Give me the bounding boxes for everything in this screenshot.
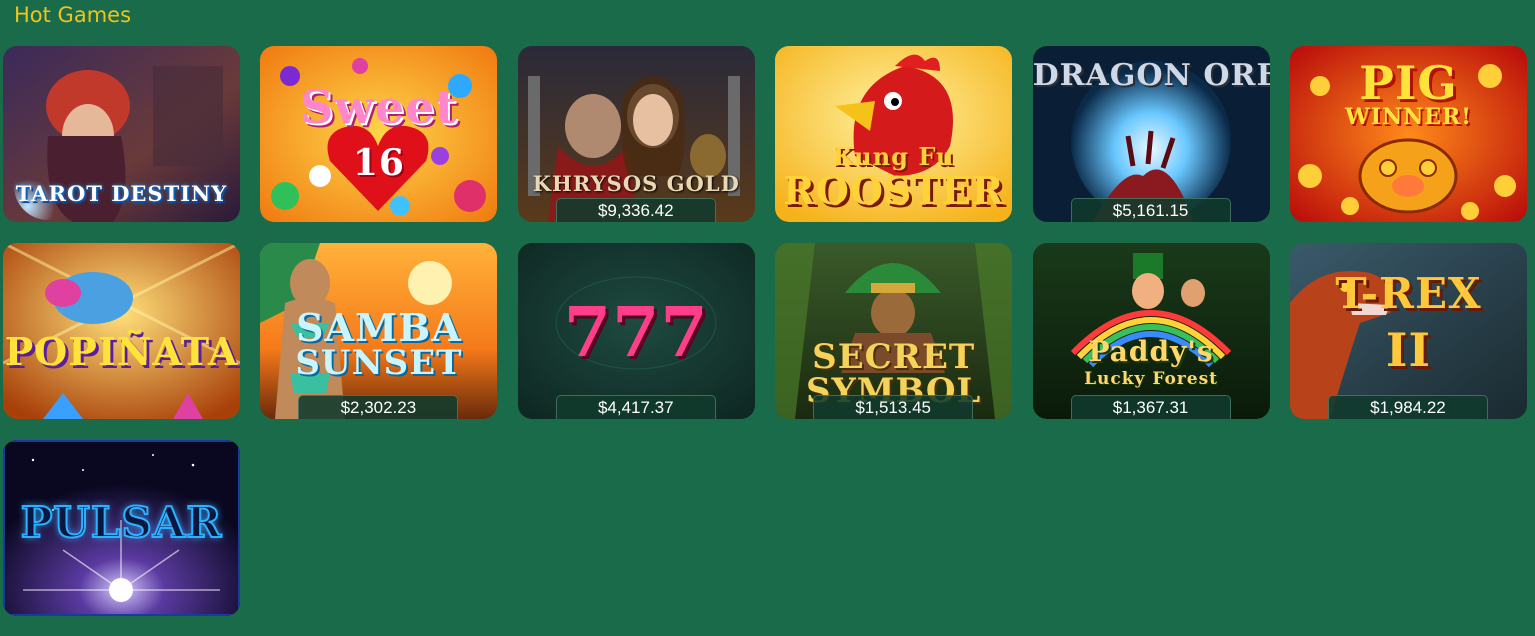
game-tile-samba-sunset[interactable]: SAMBA SUNSET $2,302.23 <box>260 243 498 419</box>
game-logo-sub: WINNER! <box>1344 104 1472 130</box>
game-logo-sub: Lucky Forest <box>1084 369 1219 389</box>
game-tile-paddys-lucky-forest[interactable]: Paddy's Lucky Forest $1,367.31 <box>1032 243 1270 419</box>
game-logo: KHRYSOS GOLD <box>532 171 740 196</box>
game-logo: Kung Fu <box>832 142 955 171</box>
game-thumbnail <box>1032 243 1270 419</box>
game-logo: TAROT DESTINY <box>15 181 228 206</box>
game-logo-sub: SUNSET <box>295 343 463 383</box>
game-logo: Paddy's <box>1088 335 1214 368</box>
game-tile-khrysos-gold[interactable]: KHRYSOS GOLD $9,336.42 <box>517 46 755 222</box>
game-tile-pulsar[interactable]: PULSAR <box>3 440 240 616</box>
jackpot-amount: $5,161.15 <box>1070 198 1231 222</box>
game-tile-777[interactable]: 777 $4,417.37 <box>517 243 755 419</box>
game-logo: POPIÑATA <box>4 329 239 374</box>
jackpot-amount: $1,984.22 <box>1327 395 1488 419</box>
jackpot-amount: $2,302.23 <box>298 395 459 419</box>
jackpot-amount: $4,417.37 <box>555 395 716 419</box>
jackpot-amount: $9,336.42 <box>555 198 716 222</box>
game-tile-popinata[interactable]: POPIÑATA <box>3 243 240 419</box>
games-grid: TAROT DESTINY Sweet 16 KHRYSOS GOLD $9,3… <box>3 46 1527 616</box>
game-thumbnail <box>260 46 498 222</box>
game-logo: PULSAR <box>20 497 223 548</box>
jackpot-amount: $1,513.45 <box>813 395 974 419</box>
game-tile-pig-winner[interactable]: PIG WINNER! <box>1289 46 1527 222</box>
game-logo-sub: ROOSTER <box>783 168 1005 213</box>
game-logo-number: 16 <box>352 142 405 184</box>
game-logo: 777 <box>563 293 709 373</box>
game-tile-t-rex-ii[interactable]: T-REX II $1,984.22 <box>1289 243 1527 419</box>
game-tile-dragon-orb[interactable]: DRAGON ORB $5,161.15 <box>1032 46 1270 222</box>
game-logo: DRAGON ORB <box>1032 58 1270 93</box>
game-tile-sweet-16[interactable]: Sweet 16 <box>260 46 498 222</box>
section-title: Hot Games <box>14 3 132 27</box>
game-logo: Sweet <box>300 80 458 134</box>
game-logo: T-REX <box>1335 269 1482 318</box>
game-logo: PIG <box>1359 56 1458 110</box>
game-tile-secret-symbol[interactable]: SECRET SYMBOL $1,513.45 <box>775 243 1013 419</box>
jackpot-amount: $1,367.31 <box>1070 395 1231 419</box>
game-tile-tarot-destiny[interactable]: TAROT DESTINY <box>3 46 240 222</box>
game-logo-sub: II <box>1385 323 1431 377</box>
game-tile-kung-fu-rooster[interactable]: Kung Fu ROOSTER <box>775 46 1013 222</box>
